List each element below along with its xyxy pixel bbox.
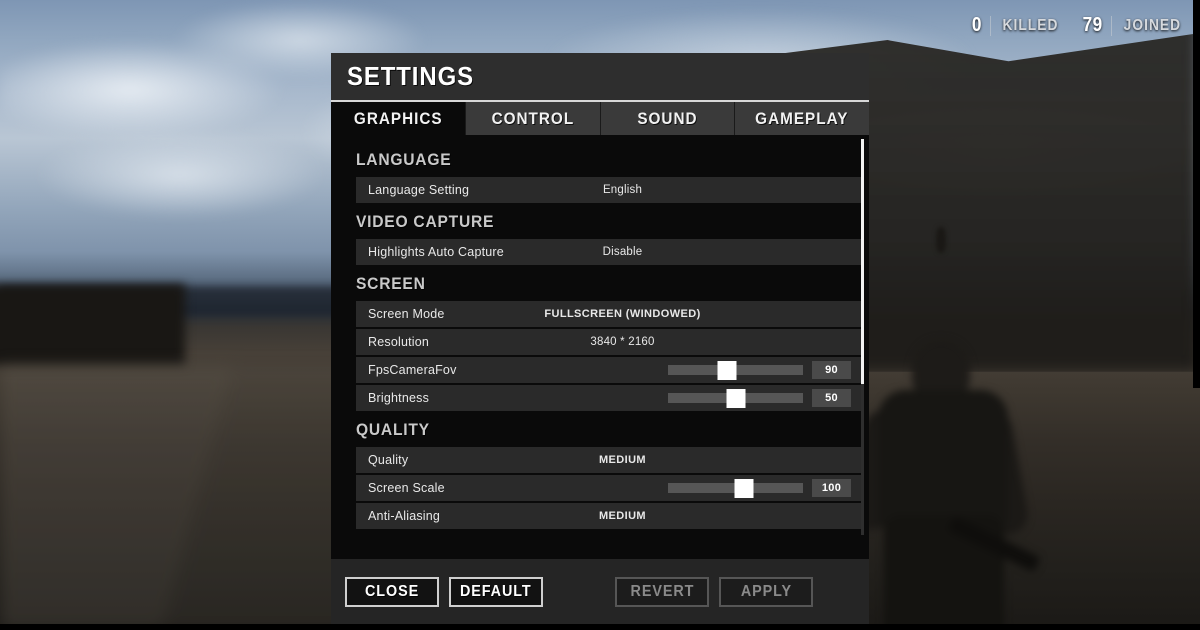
tab-label: GAMEPLAY (755, 108, 849, 128)
slider-track[interactable] (668, 479, 803, 498)
close-button[interactable]: CLOSE (345, 576, 439, 607)
setting-row-resolution[interactable]: Resolution 3840 * 2160 (356, 329, 861, 355)
letterbox-edge-right (1193, 0, 1200, 388)
apply-button-label: APPLY (740, 582, 792, 600)
killed-count: 0 (972, 14, 983, 36)
slider-track[interactable] (668, 389, 803, 408)
scrollbar-track[interactable] (861, 139, 864, 535)
setting-label: Brightness (368, 391, 430, 405)
setting-label: FpsCameraFov (368, 363, 457, 377)
slider-thumb[interactable] (717, 361, 737, 380)
hud-divider (989, 15, 991, 36)
tab-label: SOUND (637, 108, 698, 128)
scrollbar-thumb[interactable] (861, 139, 864, 384)
setting-value: FULLSCREEN (WINDOWED) (544, 308, 701, 320)
dialog-header: SETTINGS (331, 53, 869, 102)
tab-graphics[interactable]: GRAPHICS (331, 102, 466, 135)
setting-row-screen-scale[interactable]: Screen Scale 100 (356, 475, 861, 501)
wall-structure (0, 283, 185, 366)
setting-label: Screen Scale (368, 481, 445, 495)
footer-left-actions: CLOSE DEFAULT (345, 576, 543, 607)
settings-dialog: SETTINGS GRAPHICS CONTROL SOUND GAMEPLAY LA… (331, 53, 869, 559)
joined-count: 79 (1082, 14, 1103, 36)
killed-label: KILLED (1002, 16, 1059, 34)
tab-control[interactable]: CONTROL (465, 102, 601, 135)
setting-label: Resolution (368, 335, 430, 349)
revert-button: REVERT (615, 576, 709, 607)
setting-label: Quality (368, 453, 409, 467)
setting-row-brightness[interactable]: Brightness 50 (356, 385, 861, 411)
slider-control-brightness[interactable]: 50 (668, 389, 851, 408)
section-header-screen: SCREEN (356, 274, 426, 293)
tab-sound[interactable]: SOUND (600, 102, 736, 135)
page-title: SETTINGS (347, 61, 474, 91)
settings-list: LANGUAGE Language Setting English VIDEO CAP… (356, 135, 861, 529)
joined-label: JOINED (1123, 16, 1182, 34)
apply-button: APPLY (719, 576, 813, 607)
slider-value: 50 (812, 389, 851, 407)
setting-row-quality[interactable]: Quality MEDIUM (356, 447, 861, 473)
slider-track[interactable] (668, 361, 803, 380)
revert-button-label: REVERT (630, 582, 694, 600)
footer-right-actions: REVERT APPLY (615, 576, 813, 607)
tab-label: GRAPHICS (353, 108, 443, 128)
section-header-language: LANGUAGE (356, 150, 452, 169)
setting-row-screen-mode[interactable]: Screen Mode FULLSCREEN (WINDOWED) (356, 301, 861, 327)
distant-player-figure (936, 226, 946, 253)
setting-row-language-setting[interactable]: Language Setting English (356, 177, 861, 203)
game-screen: 0 KILLED 79 JOINED SETTINGS GRAPHICS CONT… (0, 0, 1200, 630)
tab-label: CONTROL (491, 108, 574, 128)
setting-row-highlights-auto-capture[interactable]: Highlights Auto Capture Disable (356, 239, 861, 265)
slider-control-screen-scale[interactable]: 100 (668, 479, 851, 498)
default-button-label: DEFAULT (460, 582, 532, 600)
tab-gameplay[interactable]: GAMEPLAY (735, 102, 869, 135)
killed-counter: 0 KILLED (971, 14, 1063, 37)
slider-value: 90 (812, 361, 851, 379)
close-button-label: CLOSE (364, 582, 420, 600)
slider-control-fpscamerafov[interactable]: 90 (668, 361, 851, 380)
letterbox-edge-bottom (0, 624, 1200, 630)
settings-scroll-area[interactable]: LANGUAGE Language Setting English VIDEO CAP… (331, 135, 869, 559)
setting-label: Language Setting (368, 183, 470, 197)
hud-divider (1111, 15, 1113, 36)
setting-label: Anti-Aliasing (368, 509, 441, 523)
slider-value: 100 (812, 479, 851, 497)
section-header-quality: QUALITY (356, 420, 430, 439)
slider-thumb[interactable] (734, 479, 754, 498)
slider-thumb[interactable] (726, 389, 745, 408)
section-header-video-capture: VIDEO CAPTURE (356, 212, 495, 231)
settings-tab-bar: GRAPHICS CONTROL SOUND GAMEPLAY (331, 102, 869, 135)
dialog-footer: CLOSE DEFAULT REVERT APPLY (331, 559, 869, 624)
setting-value: 3840 * 2160 (590, 336, 655, 348)
setting-label: Highlights Auto Capture (368, 245, 504, 259)
joined-counter: 79 JOINED (1081, 14, 1186, 37)
setting-value: MEDIUM (598, 454, 646, 466)
foreground-player-character (849, 340, 1041, 630)
setting-label: Screen Mode (368, 307, 445, 321)
setting-row-anti-aliasing[interactable]: Anti-Aliasing MEDIUM (356, 503, 861, 529)
setting-row-fpscamerafov[interactable]: FpsCameraFov 90 (356, 357, 861, 383)
setting-value: MEDIUM (598, 510, 646, 522)
default-button[interactable]: DEFAULT (449, 576, 543, 607)
hud-counters: 0 KILLED 79 JOINED (971, 14, 1186, 37)
